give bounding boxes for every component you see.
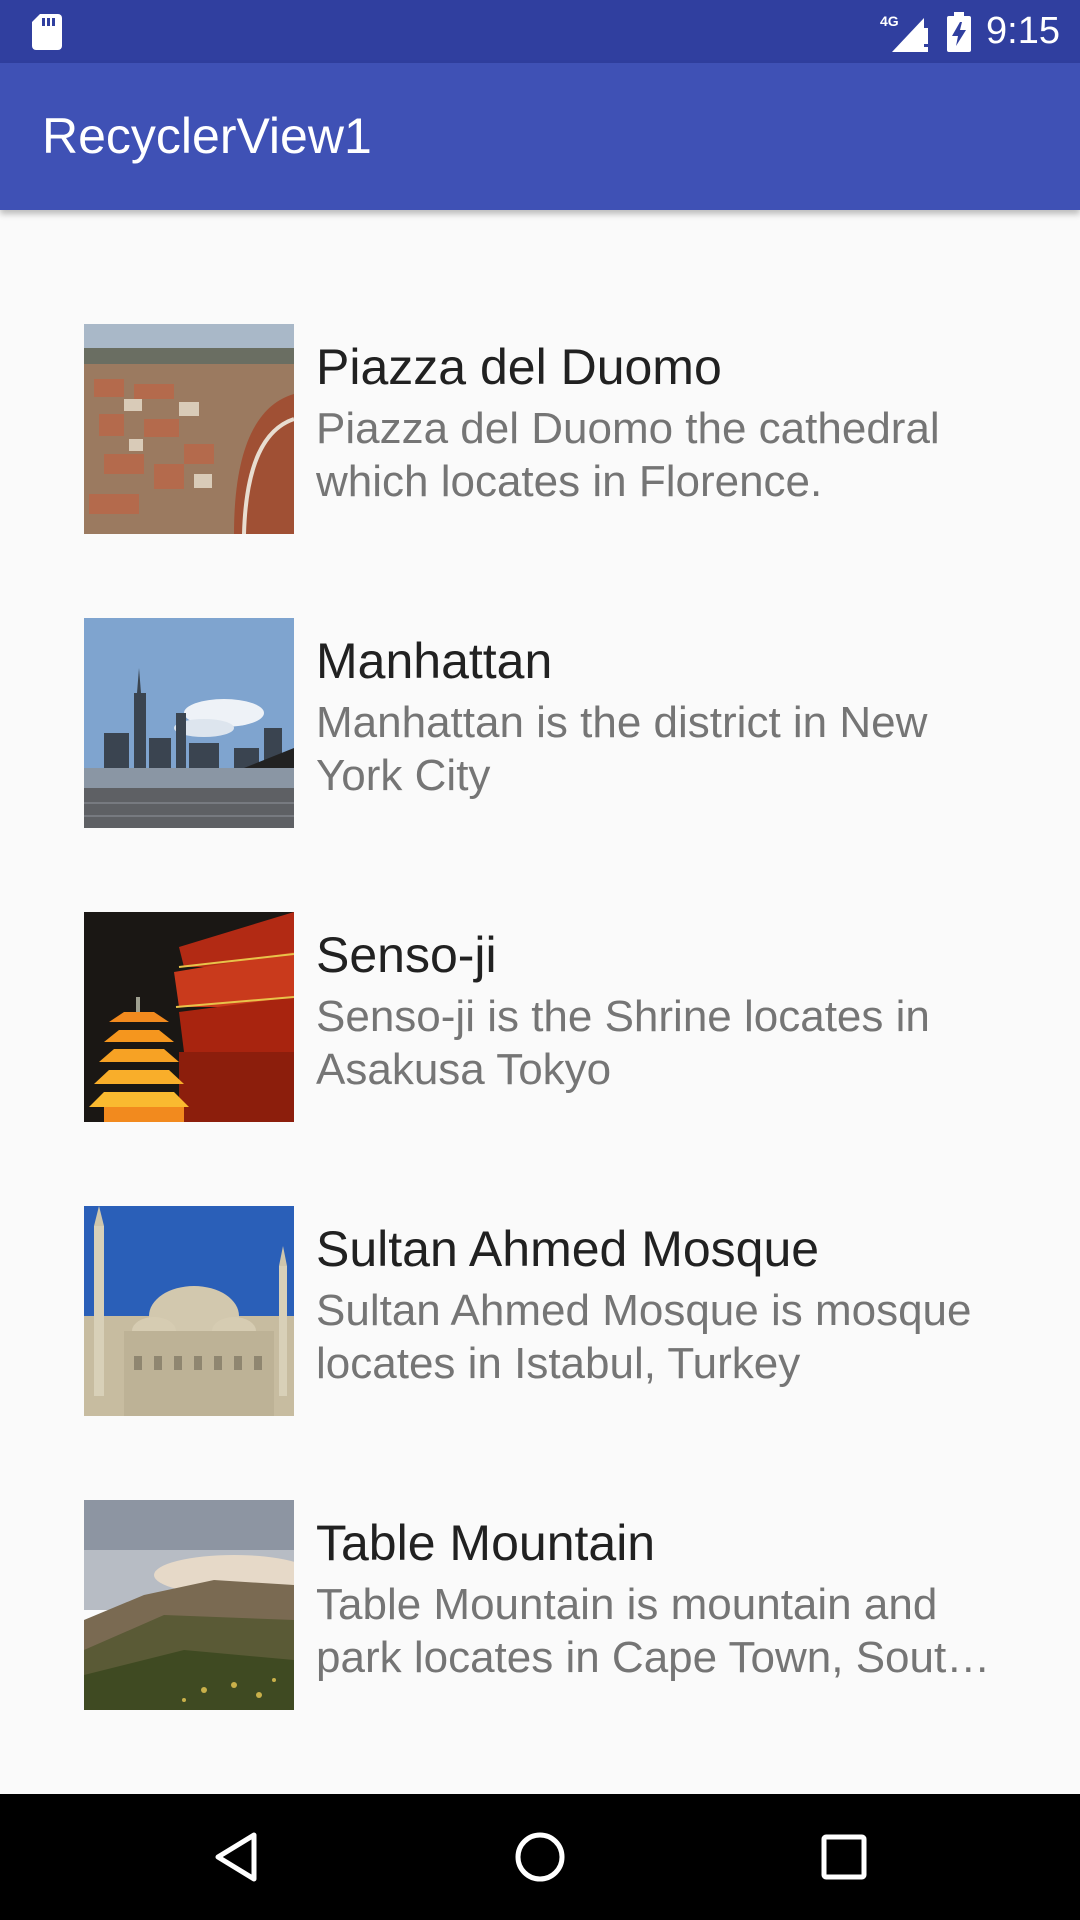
list-item[interactable]: Senso-ji Senso-ji is the Shrine locates … xyxy=(0,892,1080,1186)
app-bar: RecyclerView1 xyxy=(0,63,1080,210)
list-item[interactable]: Table Mountain Table Mountain is mountai… xyxy=(0,1480,1080,1774)
item-description: Table Mountain is mountain and park loca… xyxy=(316,1580,971,1682)
manhattan-skyline-photo xyxy=(84,618,294,828)
item-description: Manhattan is the district in New York Ci… xyxy=(316,698,928,800)
status-bar: 4G 9:15 xyxy=(0,0,1080,63)
home-icon xyxy=(515,1832,565,1882)
item-description: Piazza del Duomo the cathedral which loc… xyxy=(316,404,940,506)
list-item[interactable]: Piazza del Duomo Piazza del Duomo the ca… xyxy=(0,304,1080,598)
item-title: Senso-ji xyxy=(316,927,497,983)
navigation-bar xyxy=(0,1794,1080,1920)
home-button[interactable] xyxy=(500,1817,580,1897)
battery-icon xyxy=(947,11,972,52)
list-item[interactable]: Sultan Ahmed Mosque Sultan Ahmed Mosque … xyxy=(0,1186,1080,1480)
table-mountain-photo xyxy=(84,1500,294,1710)
network-label: 4G xyxy=(880,13,899,29)
recents-button[interactable] xyxy=(804,1817,884,1897)
app-title: RecyclerView1 xyxy=(42,108,372,164)
florence-cathedral-photo xyxy=(84,324,294,534)
signal-icon: 4G xyxy=(880,13,929,52)
blue-mosque-photo xyxy=(84,1206,294,1416)
item-title: Piazza del Duomo xyxy=(316,339,722,395)
recents-icon xyxy=(821,1834,867,1880)
back-icon xyxy=(215,1832,257,1882)
item-description: Senso-ji is the Shrine locates in Asakus… xyxy=(316,992,930,1094)
back-button[interactable] xyxy=(196,1817,276,1897)
clock: 9:15 xyxy=(986,10,1060,52)
senso-ji-pagoda-photo xyxy=(84,912,294,1122)
item-title: Sultan Ahmed Mosque xyxy=(316,1221,820,1277)
item-title: Manhattan xyxy=(316,633,553,689)
item-description: Sultan Ahmed Mosque is mosque locates in… xyxy=(316,1286,972,1388)
list-item[interactable]: Manhattan Manhattan is the district in N… xyxy=(0,598,1080,892)
sd-card-icon xyxy=(32,14,62,50)
item-title: Table Mountain xyxy=(316,1515,656,1571)
